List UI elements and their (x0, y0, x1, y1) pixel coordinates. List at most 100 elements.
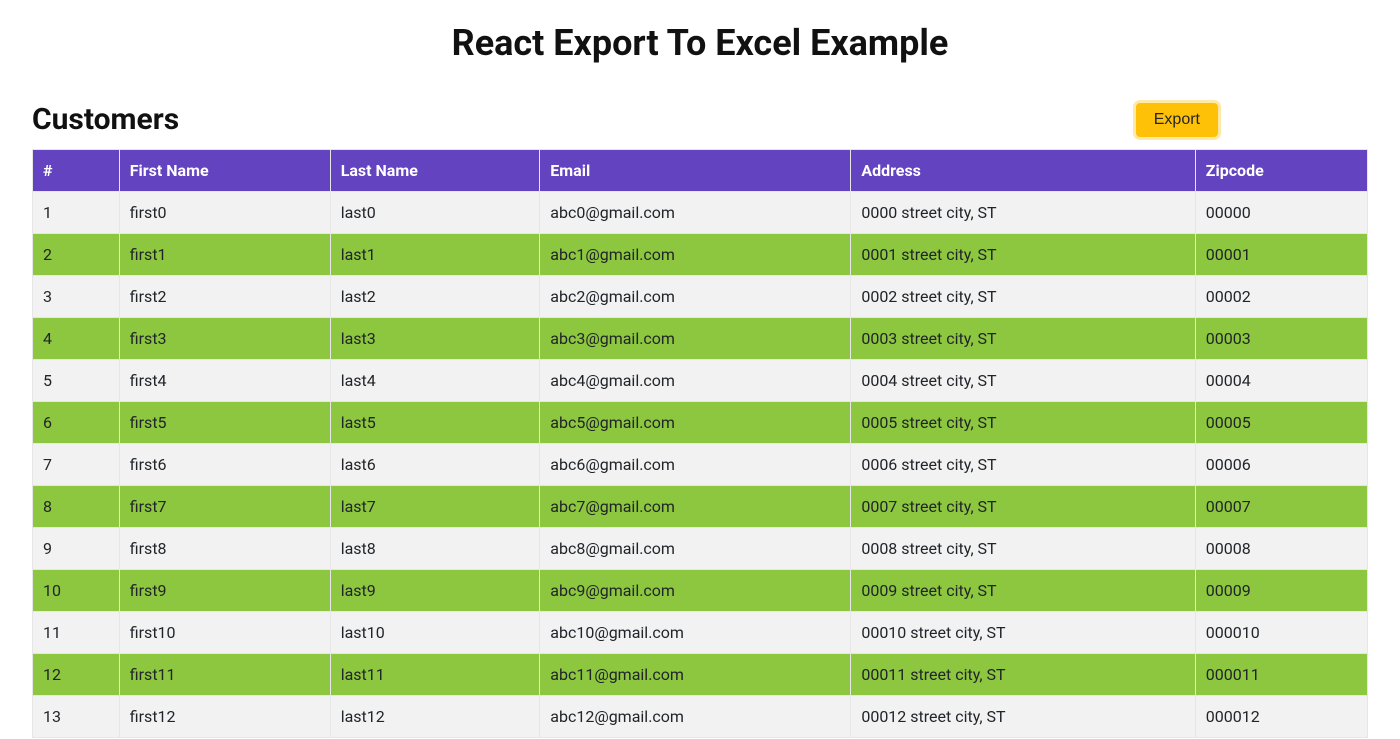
cell-idx: 13 (33, 696, 120, 738)
cell-last: last4 (330, 360, 540, 402)
table-row: 3first2last2abc2@gmail.com0002 street ci… (33, 276, 1368, 318)
table-row: 12first11last11abc11@gmail.com00011 stre… (33, 654, 1368, 696)
cell-first: first10 (119, 612, 330, 654)
table-row: 7first6last6abc6@gmail.com0006 street ci… (33, 444, 1368, 486)
cell-last: last10 (330, 612, 540, 654)
cell-last: last12 (330, 696, 540, 738)
cell-zip: 00001 (1195, 234, 1367, 276)
table-row: 4first3last3abc3@gmail.com0003 street ci… (33, 318, 1368, 360)
cell-first: first5 (119, 402, 330, 444)
cell-idx: 7 (33, 444, 120, 486)
cell-email: abc8@gmail.com (540, 528, 851, 570)
cell-address: 0004 street city, ST (851, 360, 1195, 402)
cell-last: last0 (330, 192, 540, 234)
cell-first: first8 (119, 528, 330, 570)
cell-idx: 9 (33, 528, 120, 570)
export-button[interactable]: Export (1136, 103, 1218, 137)
cell-zip: 00004 (1195, 360, 1367, 402)
cell-first: first3 (119, 318, 330, 360)
table-row: 13first12last12abc12@gmail.com00012 stre… (33, 696, 1368, 738)
table-header-row: # First Name Last Name Email Address Zip… (33, 150, 1368, 192)
cell-address: 0008 street city, ST (851, 528, 1195, 570)
cell-last: last6 (330, 444, 540, 486)
cell-zip: 00003 (1195, 318, 1367, 360)
cell-zip: 00002 (1195, 276, 1367, 318)
cell-address: 0003 street city, ST (851, 318, 1195, 360)
cell-email: abc10@gmail.com (540, 612, 851, 654)
cell-zip: 00000 (1195, 192, 1367, 234)
cell-first: first11 (119, 654, 330, 696)
cell-last: last1 (330, 234, 540, 276)
cell-first: first12 (119, 696, 330, 738)
table-row: 9first8last8abc8@gmail.com0008 street ci… (33, 528, 1368, 570)
col-header-last: Last Name (330, 150, 540, 192)
cell-email: abc9@gmail.com (540, 570, 851, 612)
table-row: 6first5last5abc5@gmail.com0005 street ci… (33, 402, 1368, 444)
col-header-zip: Zipcode (1195, 150, 1367, 192)
cell-last: last2 (330, 276, 540, 318)
table-row: 1first0last0abc0@gmail.com0000 street ci… (33, 192, 1368, 234)
cell-last: last9 (330, 570, 540, 612)
cell-address: 00012 street city, ST (851, 696, 1195, 738)
cell-address: 0006 street city, ST (851, 444, 1195, 486)
cell-zip: 000010 (1195, 612, 1367, 654)
cell-zip: 00005 (1195, 402, 1367, 444)
cell-last: last5 (330, 402, 540, 444)
cell-email: abc4@gmail.com (540, 360, 851, 402)
cell-first: first0 (119, 192, 330, 234)
cell-address: 0009 street city, ST (851, 570, 1195, 612)
cell-zip: 00007 (1195, 486, 1367, 528)
cell-last: last7 (330, 486, 540, 528)
table-row: 10first9last9abc9@gmail.com0009 street c… (33, 570, 1368, 612)
cell-idx: 8 (33, 486, 120, 528)
cell-zip: 00008 (1195, 528, 1367, 570)
cell-first: first6 (119, 444, 330, 486)
col-header-address: Address (851, 150, 1195, 192)
cell-idx: 10 (33, 570, 120, 612)
cell-zip: 00006 (1195, 444, 1367, 486)
cell-email: abc7@gmail.com (540, 486, 851, 528)
cell-idx: 5 (33, 360, 120, 402)
cell-email: abc12@gmail.com (540, 696, 851, 738)
cell-email: abc2@gmail.com (540, 276, 851, 318)
cell-first: first7 (119, 486, 330, 528)
cell-idx: 6 (33, 402, 120, 444)
cell-zip: 00009 (1195, 570, 1367, 612)
cell-address: 00010 street city, ST (851, 612, 1195, 654)
table-row: 5first4last4abc4@gmail.com0004 street ci… (33, 360, 1368, 402)
table-row: 8first7last7abc7@gmail.com0007 street ci… (33, 486, 1368, 528)
cell-idx: 12 (33, 654, 120, 696)
cell-zip: 000011 (1195, 654, 1367, 696)
cell-email: abc3@gmail.com (540, 318, 851, 360)
cell-first: first1 (119, 234, 330, 276)
customers-table: # First Name Last Name Email Address Zip… (32, 149, 1368, 738)
cell-idx: 1 (33, 192, 120, 234)
cell-email: abc6@gmail.com (540, 444, 851, 486)
page-title: React Export To Excel Example (0, 22, 1400, 64)
cell-first: first2 (119, 276, 330, 318)
col-header-email: Email (540, 150, 851, 192)
cell-email: abc11@gmail.com (540, 654, 851, 696)
cell-last: last11 (330, 654, 540, 696)
cell-email: abc1@gmail.com (540, 234, 851, 276)
cell-first: first4 (119, 360, 330, 402)
cell-address: 00011 street city, ST (851, 654, 1195, 696)
cell-email: abc0@gmail.com (540, 192, 851, 234)
cell-last: last8 (330, 528, 540, 570)
cell-zip: 000012 (1195, 696, 1367, 738)
cell-idx: 4 (33, 318, 120, 360)
cell-address: 0001 street city, ST (851, 234, 1195, 276)
cell-address: 0007 street city, ST (851, 486, 1195, 528)
cell-idx: 11 (33, 612, 120, 654)
table-row: 11first10last10abc10@gmail.com00010 stre… (33, 612, 1368, 654)
cell-address: 0005 street city, ST (851, 402, 1195, 444)
cell-last: last3 (330, 318, 540, 360)
cell-address: 0002 street city, ST (851, 276, 1195, 318)
cell-address: 0000 street city, ST (851, 192, 1195, 234)
cell-first: first9 (119, 570, 330, 612)
col-header-first: First Name (119, 150, 330, 192)
cell-idx: 3 (33, 276, 120, 318)
section-title: Customers (32, 102, 179, 137)
table-row: 2first1last1abc1@gmail.com0001 street ci… (33, 234, 1368, 276)
cell-email: abc5@gmail.com (540, 402, 851, 444)
